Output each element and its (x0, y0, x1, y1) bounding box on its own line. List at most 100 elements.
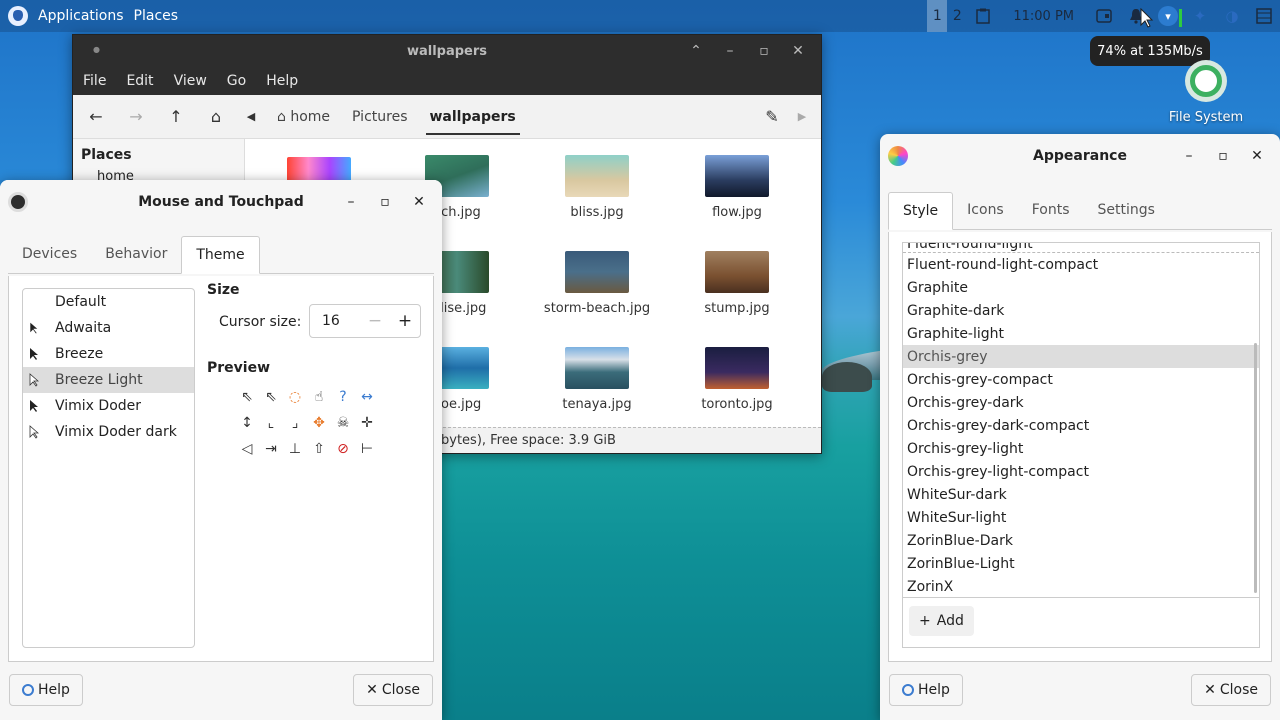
places-menu[interactable]: Places (134, 8, 179, 24)
tab-devices[interactable]: Devices (8, 235, 91, 273)
menu-view[interactable]: View (174, 73, 207, 89)
file-item[interactable]: toronto.jpg (677, 347, 797, 412)
tab-icons[interactable]: Icons (953, 191, 1018, 229)
mouse-titlebar[interactable]: Mouse and Touchpad – ▫ ✕ (0, 180, 442, 224)
audio-icon[interactable]: ◑ (1216, 0, 1248, 32)
decrease-icon[interactable]: − (360, 305, 390, 337)
close-button[interactable]: ✕ Close (1191, 674, 1271, 706)
minimize-icon[interactable]: – (336, 189, 366, 215)
screen-icon[interactable] (1088, 0, 1120, 32)
file-name: toronto.jpg (701, 397, 773, 412)
clock[interactable]: 11:00 PM (999, 9, 1088, 24)
workspace-1[interactable]: 1 (927, 0, 948, 32)
theme-item-vimix-doder-dark[interactable]: Vimix Doder dark (23, 419, 194, 445)
add-button[interactable]: + Add (909, 606, 974, 636)
workspace-2[interactable]: 2 (947, 0, 967, 32)
cursor-preview-icon (30, 400, 38, 412)
forward-icon[interactable]: → (123, 104, 149, 130)
style-item[interactable]: Orchis-grey-dark-compact (903, 414, 1259, 437)
show-desktop-icon[interactable] (1248, 0, 1280, 32)
menu-go[interactable]: Go (227, 73, 246, 89)
shade-icon[interactable]: ⌃ (681, 38, 711, 64)
col-resize-icon: ⇥ (265, 441, 277, 457)
cursor-preview-icon (29, 321, 39, 335)
help-button[interactable]: Help (889, 674, 963, 706)
style-item[interactable]: Orchis-grey-dark (903, 391, 1259, 414)
style-item[interactable]: Fluent-round-light (903, 243, 1259, 253)
style-item[interactable]: Graphite-light (903, 322, 1259, 345)
menu-edit[interactable]: Edit (126, 73, 153, 89)
breadcrumb-right-icon[interactable]: ▶ (789, 104, 815, 130)
file-item[interactable]: bliss.jpg (537, 155, 657, 220)
theme-item-default[interactable]: Default (23, 289, 194, 315)
applications-menu[interactable]: Applications (38, 8, 124, 24)
style-item-selected[interactable]: Orchis-grey (903, 345, 1259, 368)
desktop-icon-label: File System (1168, 110, 1244, 125)
bottom-edge-icon: ⊥ (288, 441, 302, 457)
theme-label: Default (55, 294, 107, 310)
maximize-icon[interactable]: ▫ (370, 189, 400, 215)
scrollbar[interactable] (1254, 343, 1257, 593)
desktop-icon-file-system[interactable]: File System (1160, 60, 1252, 125)
clipboard-icon[interactable] (967, 0, 999, 32)
increase-icon[interactable]: + (390, 305, 420, 337)
file-item[interactable]: stump.jpg (677, 251, 797, 316)
corner-resize-icon: ⌞ (267, 415, 275, 431)
tab-fonts[interactable]: Fonts (1018, 191, 1084, 229)
style-item[interactable]: WhiteSur-dark (903, 483, 1259, 506)
crosshair-icon: ✛ (361, 415, 373, 431)
tab-style[interactable]: Style (888, 192, 954, 230)
style-item[interactable]: WhiteSur-light (903, 506, 1259, 529)
maximize-icon[interactable]: ▫ (1208, 143, 1238, 169)
file-item[interactable]: storm-beach.jpg (537, 251, 657, 316)
app-menu-icon[interactable] (8, 6, 28, 26)
help-button[interactable]: Help (9, 674, 83, 706)
up-icon[interactable]: ↑ (163, 104, 189, 130)
tab-settings[interactable]: Settings (1084, 191, 1169, 229)
close-icon[interactable]: ✕ (1242, 143, 1272, 169)
spinner-icon: ◌ (288, 389, 302, 405)
back-icon[interactable]: ← (83, 104, 109, 130)
style-item[interactable]: Graphite-dark (903, 299, 1259, 322)
cursor-size-value[interactable]: 16 (310, 313, 360, 329)
cursor-size-stepper[interactable]: 16 − + (309, 304, 421, 338)
style-panel: Fluent-round-light Fluent-round-light-co… (888, 232, 1272, 662)
tab-behavior[interactable]: Behavior (91, 235, 181, 273)
theme-item-adwaita[interactable]: Adwaita (23, 315, 194, 341)
close-icon[interactable]: ✕ (783, 38, 813, 64)
style-item[interactable]: Orchis-grey-compact (903, 368, 1259, 391)
network-icon[interactable]: ▾ (1152, 0, 1184, 32)
theme-item-breeze[interactable]: Breeze (23, 341, 194, 367)
tab-theme[interactable]: Theme (181, 236, 260, 274)
home-icon[interactable]: ⌂ (203, 104, 229, 130)
file-item[interactable]: flow.jpg (677, 155, 797, 220)
file-manager-titlebar[interactable]: ● wallpapers ⌃ – ▫ ✕ (73, 35, 821, 67)
close-icon[interactable]: ✕ (404, 189, 434, 215)
breadcrumb-wallpapers[interactable]: wallpapers (425, 109, 520, 135)
minimize-icon[interactable]: – (715, 38, 745, 64)
edit-location-icon[interactable]: ✎ (759, 104, 785, 130)
file-item[interactable]: tenaya.jpg (537, 347, 657, 412)
style-item[interactable]: Graphite (903, 276, 1259, 299)
window-menu-icon[interactable]: ● (93, 45, 100, 54)
maximize-icon[interactable]: ▫ (749, 38, 779, 64)
theme-item-breeze-light[interactable]: Breeze Light (23, 367, 194, 393)
appearance-titlebar[interactable]: Appearance – ▫ ✕ (880, 134, 1280, 178)
theme-item-vimix-doder[interactable]: Vimix Doder (23, 393, 194, 419)
top-panel: Applications Places 1 2 11:00 PM ▾ ✦ ◑ (0, 0, 1280, 32)
menu-file[interactable]: File (83, 73, 106, 89)
breadcrumb-left-icon[interactable]: ◀ (243, 104, 259, 130)
minimize-icon[interactable]: – (1174, 143, 1204, 169)
theme-label: Breeze Light (55, 372, 143, 388)
breadcrumb-home[interactable]: ⌂ home (273, 109, 334, 125)
style-item[interactable]: Orchis-grey-light-compact (903, 460, 1259, 483)
menu-help[interactable]: Help (266, 73, 298, 89)
style-item[interactable]: Orchis-grey-light (903, 437, 1259, 460)
breadcrumb-pictures[interactable]: Pictures (348, 109, 411, 125)
style-item[interactable]: ZorinX (903, 575, 1259, 597)
style-item[interactable]: ZorinBlue-Light (903, 552, 1259, 575)
style-item[interactable]: ZorinBlue-Dark (903, 529, 1259, 552)
style-item[interactable]: Fluent-round-light-compact (903, 253, 1259, 276)
close-button[interactable]: ✕ Close (353, 674, 433, 706)
brightness-icon[interactable]: ✦ (1184, 0, 1216, 32)
